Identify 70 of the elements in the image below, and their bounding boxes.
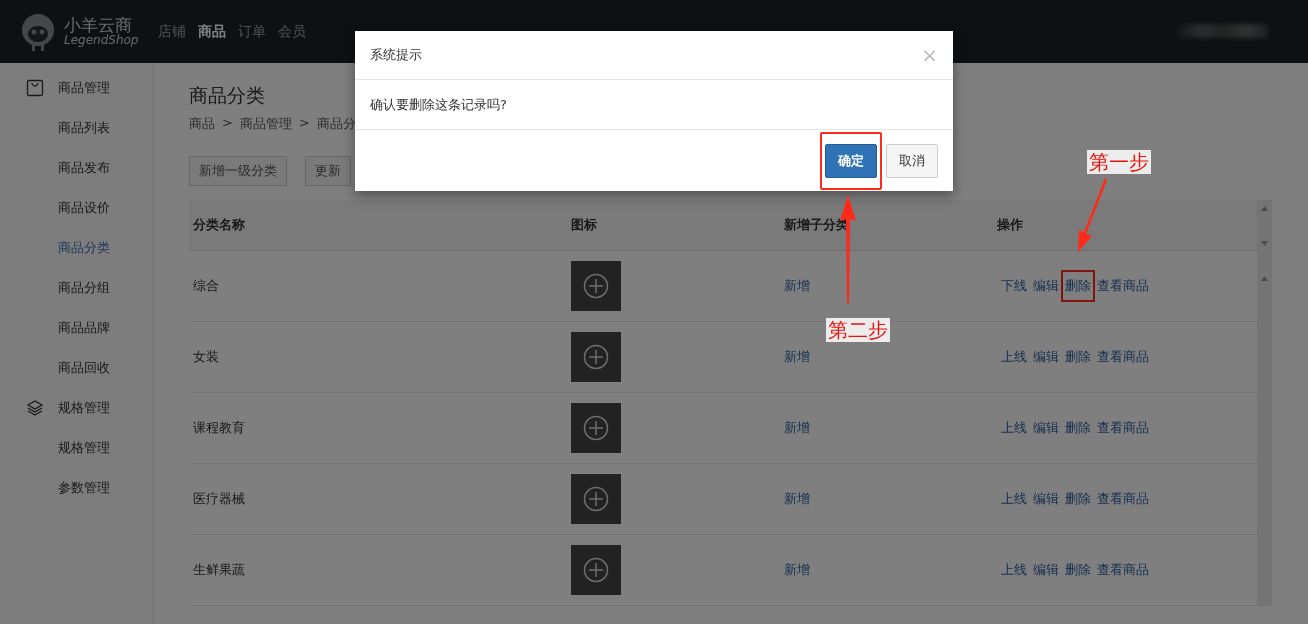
sidebar-item[interactable]: 商品分组	[58, 279, 110, 297]
breadcrumb-link[interactable]: 商品管理	[239, 115, 292, 133]
action-link[interactable]: 上线	[1001, 562, 1027, 577]
add-link[interactable]: 新增	[784, 278, 810, 293]
sidebar-item[interactable]: 参数管理	[58, 479, 110, 497]
brand-subtitle: LegendShop	[64, 34, 139, 48]
brand-name: 小羊云商	[64, 15, 132, 35]
add-link[interactable]: 新增	[784, 349, 810, 364]
action-link[interactable]: 删除	[1065, 562, 1091, 577]
scroll-up-icon[interactable]	[1261, 206, 1268, 211]
action-link[interactable]: 删除	[1065, 420, 1091, 435]
action-link[interactable]: 查看商品	[1097, 278, 1149, 293]
shopping-bag-icon	[26, 79, 44, 97]
action-link[interactable]: 上线	[1001, 491, 1027, 506]
dialog-message: 确认要删除这条记录吗?	[370, 95, 507, 114]
sidebar-item[interactable]: 商品设价	[58, 199, 110, 217]
breadcrumb-link[interactable]: 商品分	[316, 115, 356, 133]
action-link[interactable]: 上线	[1001, 349, 1027, 364]
sidebar-item[interactable]: 商品管理	[58, 79, 110, 97]
close-button[interactable]: ×	[921, 43, 938, 67]
dialog-title: 系统提示	[370, 46, 422, 64]
annotation-label: 第一步	[1087, 150, 1151, 174]
annotation-label: 第二步	[826, 318, 890, 342]
confirm-button[interactable]: 确定	[825, 143, 877, 178]
column-header: 分类名称	[192, 216, 246, 234]
scroll-up-icon[interactable]	[1261, 276, 1268, 281]
table-cell-text: 女装	[192, 348, 220, 366]
action-button[interactable]: 更新	[305, 156, 351, 186]
sidebar-item[interactable]: 商品列表	[58, 119, 110, 137]
sidebar-item[interactable]: 商品分类	[58, 239, 110, 257]
action-link[interactable]: 编辑	[1033, 562, 1059, 577]
table-cell-text: 综合	[192, 277, 220, 295]
table-cell-text: 医疗器械	[192, 490, 246, 508]
sidebar-item[interactable]: 规格管理	[58, 399, 110, 417]
nav-tab[interactable]: 店铺	[158, 22, 186, 41]
table-cell-text: 生鲜果蔬	[192, 561, 246, 579]
page-title: 商品分类	[189, 83, 265, 108]
column-header: 图标	[570, 216, 598, 234]
action-link[interactable]: 删除	[1065, 349, 1091, 364]
scrollbar[interactable]	[1257, 200, 1272, 606]
action-link[interactable]: 删除	[1065, 491, 1091, 506]
table-cell-text: 课程教育	[192, 419, 246, 437]
action-link[interactable]: 删除	[1065, 278, 1091, 293]
layers-icon	[26, 399, 44, 417]
sidebar-item[interactable]: 商品发布	[58, 159, 110, 177]
add-link[interactable]: 新增	[784, 491, 810, 506]
action-link[interactable]: 编辑	[1033, 349, 1059, 364]
sidebar-item[interactable]: 规格管理	[58, 439, 110, 457]
sidebar-item[interactable]: 商品回收	[58, 359, 110, 377]
add-link[interactable]: 新增	[784, 562, 810, 577]
sidebar-item[interactable]: 商品品牌	[58, 319, 110, 337]
scroll-down-icon[interactable]	[1261, 241, 1268, 246]
nav-tab[interactable]: 商品	[198, 22, 226, 41]
nav-tab[interactable]: 订单	[238, 22, 266, 41]
action-link[interactable]: 编辑	[1033, 278, 1059, 293]
breadcrumb-separator: >	[298, 115, 310, 132]
add-link[interactable]: 新增	[784, 420, 810, 435]
action-link[interactable]: 查看商品	[1097, 349, 1149, 364]
column-header: 操作	[996, 216, 1024, 234]
action-link[interactable]: 下线	[1001, 278, 1027, 293]
nav-tab[interactable]: 会员	[278, 22, 306, 41]
action-link[interactable]: 查看商品	[1097, 420, 1149, 435]
action-link[interactable]: 查看商品	[1097, 562, 1149, 577]
action-link[interactable]: 编辑	[1033, 491, 1059, 506]
action-link[interactable]: 查看商品	[1097, 491, 1149, 506]
cancel-button[interactable]: 取消	[886, 143, 938, 178]
action-link[interactable]: 编辑	[1033, 420, 1059, 435]
breadcrumb-link[interactable]: 商品	[189, 115, 215, 133]
breadcrumb-separator: >	[222, 115, 233, 132]
action-link[interactable]: 上线	[1001, 420, 1027, 435]
